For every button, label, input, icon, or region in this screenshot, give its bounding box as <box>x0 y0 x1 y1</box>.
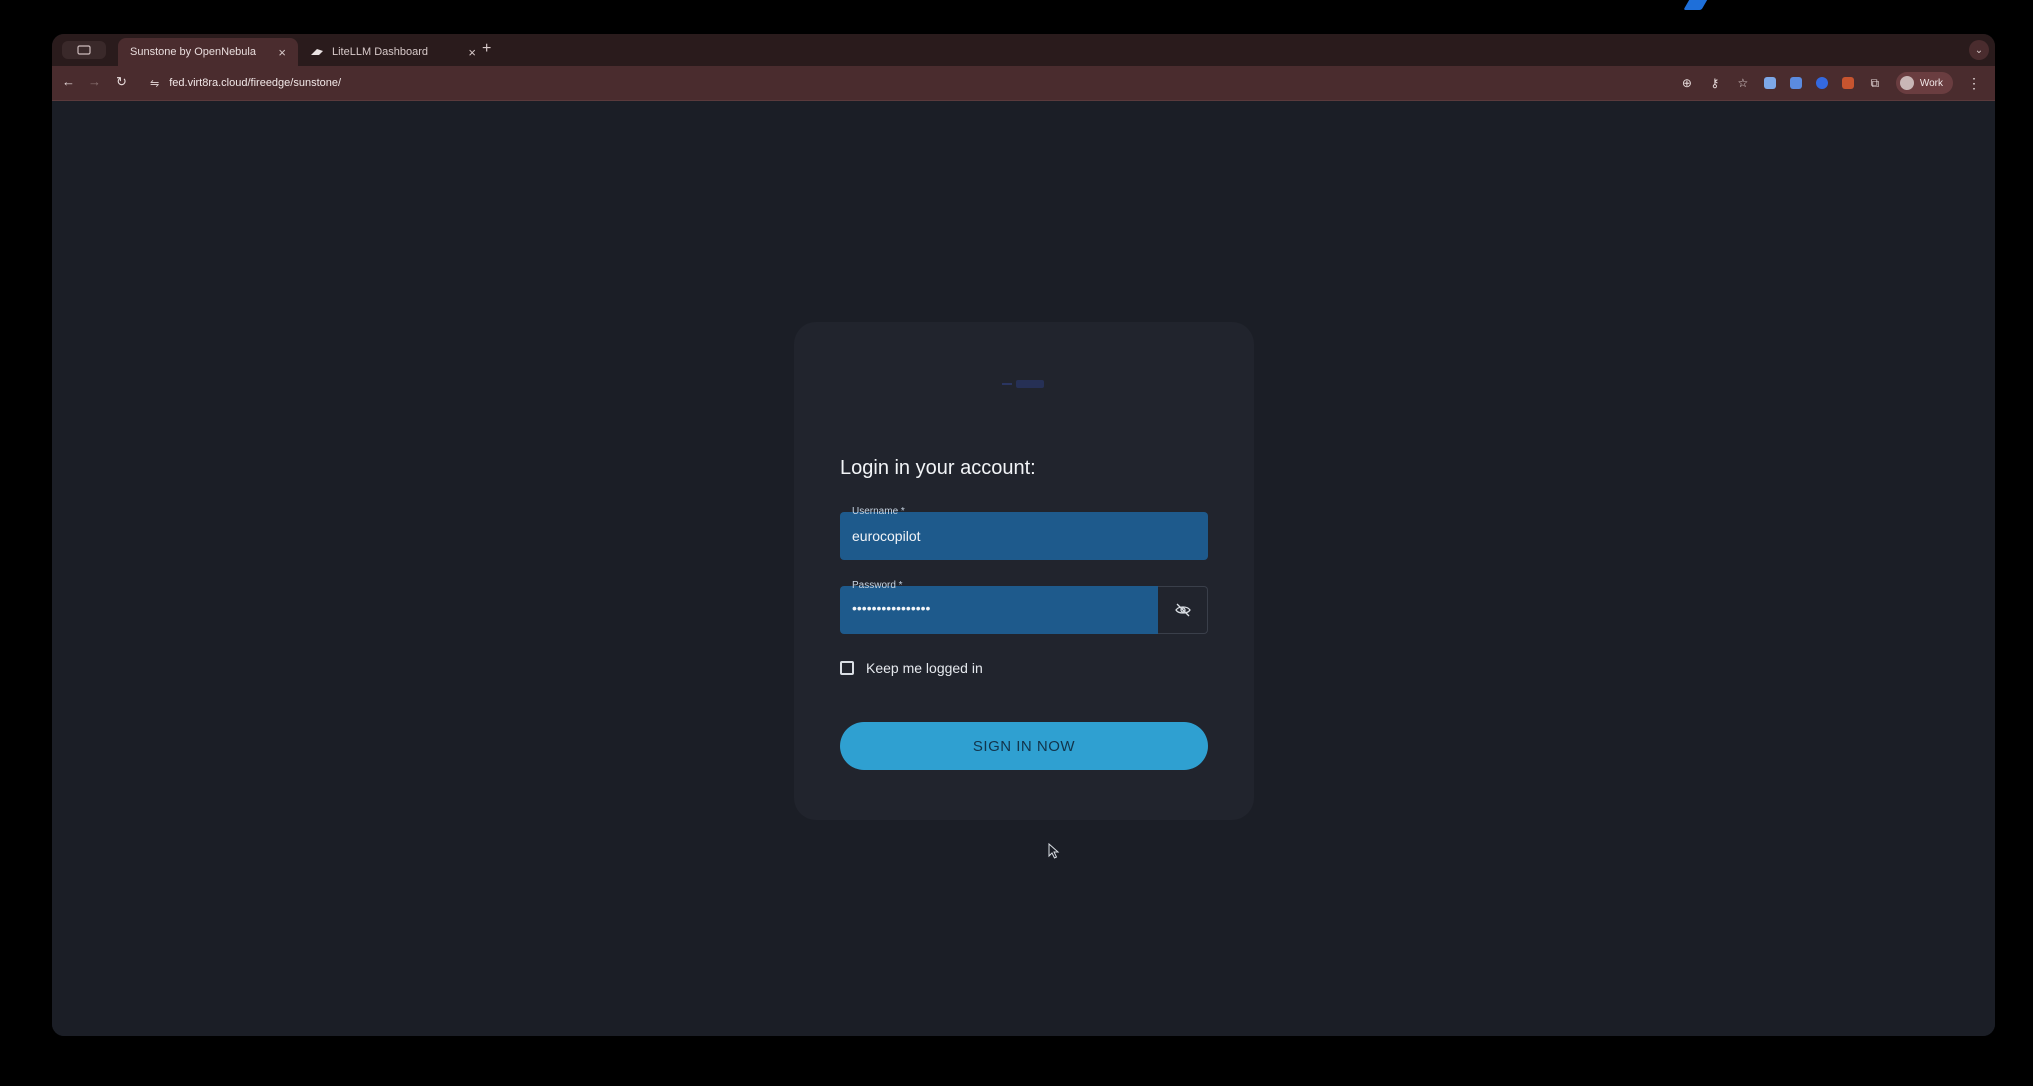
back-button[interactable]: ← <box>62 74 75 89</box>
tab-label: Sunstone by OpenNebula <box>130 46 256 58</box>
username-field[interactable]: Username * eurocopilot <box>840 506 1208 560</box>
forward-button[interactable]: → <box>88 74 101 89</box>
tab-switcher-button[interactable] <box>62 41 106 59</box>
extension-2-icon[interactable] <box>1789 77 1802 89</box>
url-text[interactable]: fed.virt8ra.cloud/fireedge/sunstone/ <box>169 77 341 89</box>
password-label: Password * <box>852 580 903 591</box>
corner-accent <box>1683 0 1711 10</box>
opennebula-logo-icon <box>1002 380 1044 388</box>
reload-button[interactable]: ↻ <box>116 74 127 90</box>
browser-window: Sunstone by OpenNebula × LiteLLM Dashboa… <box>52 34 1995 1036</box>
puzzle-icon[interactable]: ⧉ <box>1868 76 1882 90</box>
extension-4-icon[interactable] <box>1841 77 1854 89</box>
tab-label: LiteLLM Dashboard <box>332 46 429 58</box>
close-icon[interactable]: × <box>468 45 476 60</box>
toolbar-icons: ⊕ ⚷ ☆ ⧉ Work ⋮ <box>1680 72 1981 94</box>
login-card: Login in your account: Username * euroco… <box>794 322 1254 820</box>
tab-sunstone[interactable]: Sunstone by OpenNebula × <box>118 38 298 66</box>
tabs-icon <box>77 45 91 55</box>
address-bar[interactable]: ⇋ fed.virt8ra.cloud/fireedge/sunstone/ <box>144 71 1644 95</box>
extension-1-icon[interactable] <box>1763 77 1776 89</box>
profile-label: Work <box>1919 77 1943 89</box>
avatar <box>1899 76 1914 90</box>
sign-in-button[interactable]: SIGN IN NOW <box>840 722 1208 770</box>
new-tab-button[interactable]: + <box>482 40 491 58</box>
close-icon[interactable]: × <box>278 45 286 60</box>
kebab-icon[interactable]: ⋮ <box>1967 75 1981 92</box>
password-field[interactable]: Password * •••••••••••••••• <box>840 580 1158 634</box>
zoom-icon[interactable]: ⊕ <box>1680 76 1694 90</box>
password-input[interactable]: •••••••••••••••• <box>852 600 930 616</box>
extension-3-icon[interactable] <box>1815 77 1828 89</box>
mouse-cursor-icon <box>1048 843 1060 859</box>
star-icon[interactable]: ☆ <box>1736 76 1750 90</box>
toggle-password-visibility-button[interactable] <box>1158 586 1208 634</box>
key-icon[interactable]: ⚷ <box>1708 76 1722 90</box>
tab-strip: Sunstone by OpenNebula × LiteLLM Dashboa… <box>52 34 1995 66</box>
username-label: Username * <box>852 506 905 517</box>
keep-logged-in-label[interactable]: Keep me logged in <box>866 660 983 676</box>
browser-toolbar: ← → ↻ ⇋ fed.virt8ra.cloud/fireedge/sunst… <box>52 66 1995 101</box>
username-input[interactable]: eurocopilot <box>852 528 921 544</box>
litellm-favicon-icon <box>311 49 323 55</box>
eye-off-icon <box>1174 603 1191 617</box>
keep-logged-in-row[interactable]: Keep me logged in <box>840 660 983 676</box>
tab-litellm[interactable]: LiteLLM Dashboard × <box>298 38 488 66</box>
profile-button[interactable]: Work <box>1895 72 1953 94</box>
page-content: Login in your account: Username * euroco… <box>52 101 1995 1036</box>
tune-icon[interactable]: ⇋ <box>150 77 159 90</box>
keep-logged-in-checkbox[interactable] <box>840 661 854 675</box>
page-title: Login in your account: <box>840 457 1036 479</box>
tab-search-button[interactable]: ⌄ <box>1969 40 1989 60</box>
